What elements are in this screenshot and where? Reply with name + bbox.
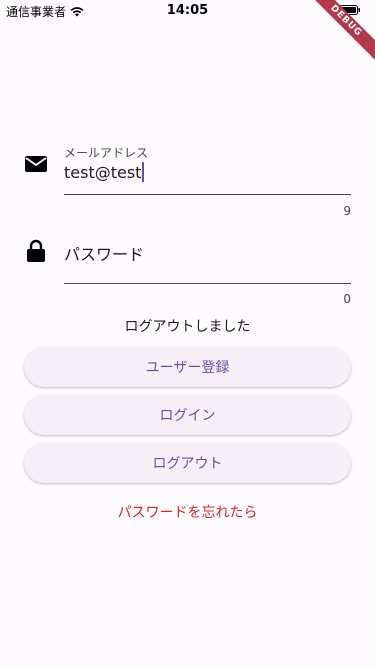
envelope-icon bbox=[25, 156, 47, 172]
login-button[interactable]: ログイン bbox=[24, 395, 351, 435]
email-field-container: メールアドレス test@test 9 bbox=[24, 144, 351, 220]
email-value[interactable]: test@test bbox=[64, 162, 145, 182]
register-button[interactable]: ユーザー登録 bbox=[24, 347, 351, 387]
password-field-container: パスワード 0 bbox=[24, 236, 351, 312]
email-value-text: test@test bbox=[64, 163, 142, 182]
password-counter: 0 bbox=[343, 292, 351, 306]
email-counter: 9 bbox=[343, 204, 351, 218]
email-label: メールアドレス bbox=[64, 146, 149, 160]
debug-ribbon: DEBUG bbox=[295, 0, 375, 80]
lock-icon bbox=[27, 239, 45, 262]
logout-button[interactable]: ログアウト bbox=[24, 443, 351, 483]
email-underline bbox=[64, 194, 351, 195]
forgot-password-link[interactable]: パスワードを忘れたら bbox=[0, 502, 375, 522]
email-field[interactable]: メールアドレス test@test 9 bbox=[64, 144, 351, 220]
password-placeholder: パスワード bbox=[64, 245, 145, 264]
debug-label: DEBUG bbox=[302, 0, 375, 65]
password-field[interactable]: パスワード 0 bbox=[64, 236, 351, 312]
password-underline bbox=[64, 283, 351, 284]
text-caret bbox=[142, 162, 145, 182]
status-message: ログアウトしました bbox=[124, 319, 251, 335]
